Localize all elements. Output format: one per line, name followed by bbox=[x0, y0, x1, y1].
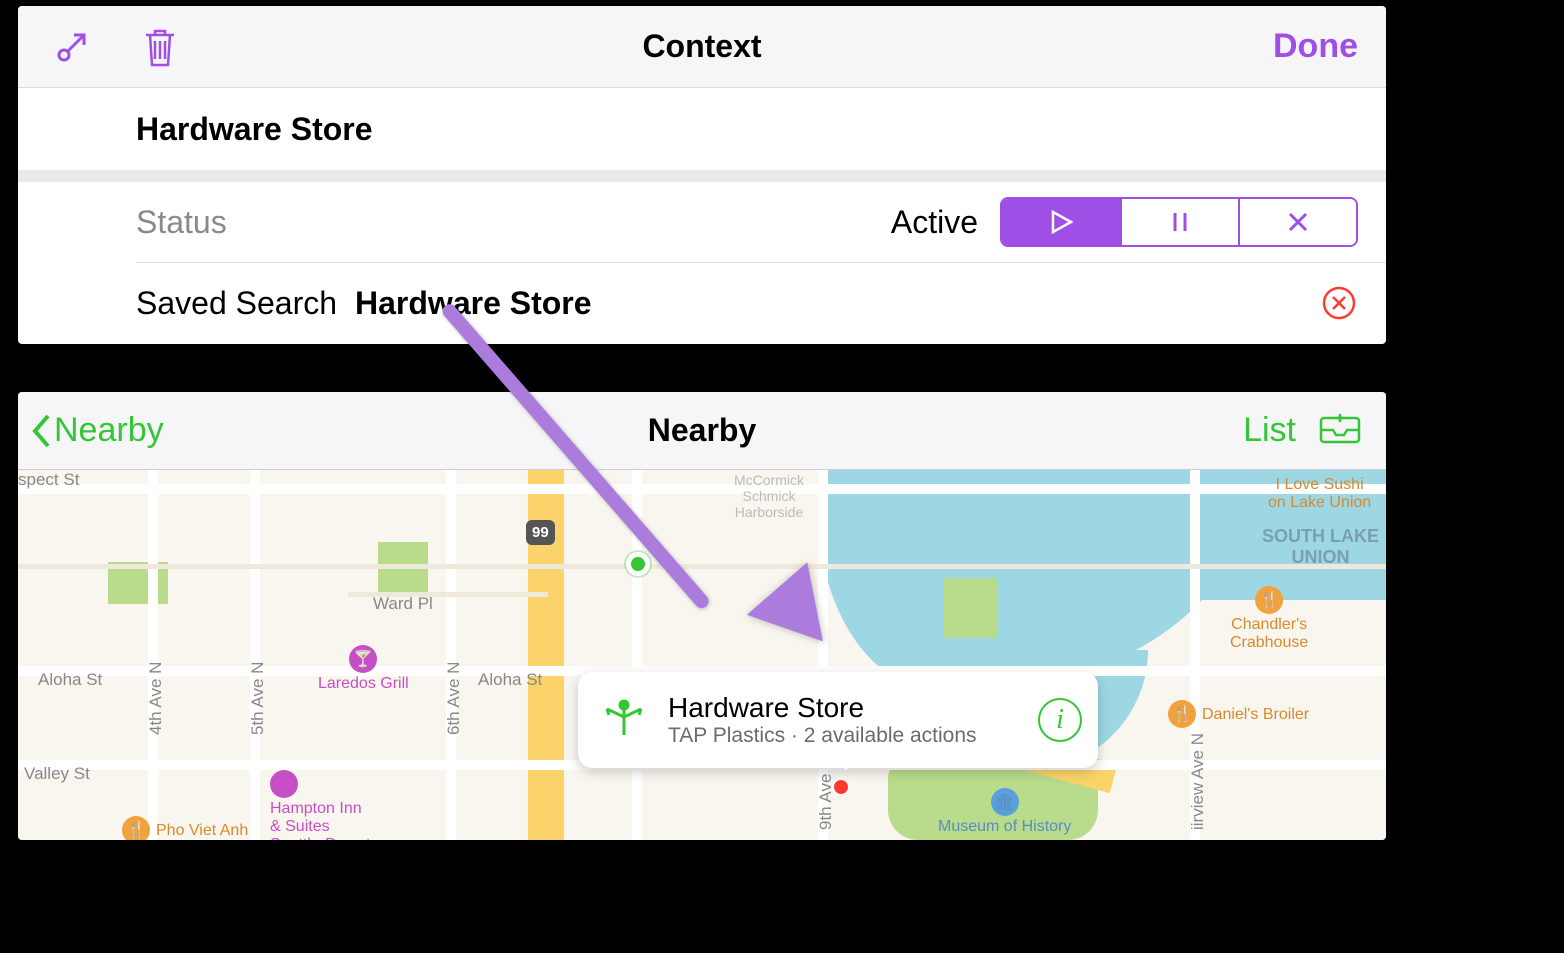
fork-icon: 🍴 bbox=[122, 816, 150, 840]
street-label: Aloha St bbox=[478, 670, 542, 690]
status-segmented-control bbox=[1000, 197, 1358, 247]
section-divider bbox=[18, 170, 1386, 182]
fork-icon: 🍴 bbox=[1168, 700, 1196, 728]
callout-subtitle: TAP Plastics · 2 available actions bbox=[668, 724, 1038, 748]
street-label: 5th Ave N bbox=[248, 662, 268, 735]
trash-icon[interactable] bbox=[136, 23, 184, 71]
status-value: Active bbox=[891, 204, 978, 241]
nearby-header: Nearby Nearby List bbox=[18, 392, 1386, 470]
back-button[interactable]: Nearby bbox=[30, 411, 164, 450]
poi-phoviet[interactable]: 🍴 Pho Viet Anh bbox=[122, 816, 248, 840]
status-row: Status Active bbox=[18, 182, 1386, 262]
fork-icon: 🍴 bbox=[1255, 586, 1283, 614]
context-name-field[interactable]: Hardware Store bbox=[18, 88, 1386, 170]
poi-mccormick[interactable]: McCormick Schmick Harborside bbox=[734, 472, 804, 520]
poi-hampton[interactable]: 🛏 Hampton Inn & Suites Seattle-Downtown bbox=[270, 770, 400, 840]
saved-search-label: Saved Search bbox=[136, 285, 337, 322]
saved-search-row[interactable]: Saved Search Hardware Store bbox=[18, 263, 1386, 343]
map-pin[interactable] bbox=[832, 778, 850, 796]
back-label: Nearby bbox=[54, 411, 164, 450]
map-road bbox=[446, 470, 456, 840]
callout-text: Hardware Store TAP Plastics · 2 availabl… bbox=[668, 692, 1038, 748]
map[interactable]: spect St Aloha St Aloha St Valley St War… bbox=[18, 470, 1386, 840]
page-title: Context bbox=[18, 28, 1386, 65]
clear-saved-search-button[interactable] bbox=[1320, 284, 1358, 322]
neighborhood-label: SOUTH LAKE UNION bbox=[1262, 526, 1379, 568]
callout-title: Hardware Store bbox=[668, 692, 1038, 724]
status-active-button[interactable] bbox=[1002, 199, 1120, 245]
map-road bbox=[18, 564, 1386, 569]
saved-search-value: Hardware Store bbox=[355, 285, 592, 322]
info-button[interactable]: i bbox=[1038, 698, 1082, 742]
map-callout[interactable]: Hardware Store TAP Plastics · 2 availabl… bbox=[578, 672, 1098, 768]
context-header: Context Done bbox=[18, 6, 1386, 88]
nearby-title: Nearby bbox=[18, 412, 1386, 449]
status-pause-button[interactable] bbox=[1120, 199, 1238, 245]
status-cancel-button[interactable] bbox=[1238, 199, 1356, 245]
street-label: iirview Ave N bbox=[1188, 733, 1208, 830]
map-road bbox=[148, 470, 158, 840]
status-label: Status bbox=[136, 204, 227, 241]
poi-sushi[interactable]: I Love Sushi on Lake Union bbox=[1268, 476, 1371, 512]
map-road bbox=[18, 484, 1386, 494]
list-button[interactable]: List bbox=[1243, 411, 1296, 450]
cocktail-icon: 🍸 bbox=[349, 645, 377, 673]
user-location-dot bbox=[626, 552, 650, 576]
poi-daniels[interactable]: 🍴 Daniel's Broiler bbox=[1168, 700, 1309, 730]
street-label: spect St bbox=[18, 470, 79, 490]
context-panel: Context Done Hardware Store Status Activ… bbox=[18, 6, 1386, 344]
done-button[interactable]: Done bbox=[1273, 27, 1358, 66]
street-label: Ward Pl bbox=[373, 594, 433, 614]
street-label: Aloha St bbox=[38, 670, 102, 690]
poi-mohai[interactable]: 🏛 Museum of History bbox=[938, 788, 1071, 836]
map-road bbox=[250, 470, 260, 840]
inbox-icon[interactable] bbox=[1318, 411, 1362, 450]
street-label: Valley St bbox=[24, 764, 90, 784]
highway-shield: 99 bbox=[526, 520, 555, 545]
museum-icon: 🏛 bbox=[991, 788, 1019, 816]
omnifocus-context-icon bbox=[596, 692, 652, 748]
poi-chandlers[interactable]: 🍴 Chandler's Crabhouse bbox=[1230, 586, 1308, 652]
bed-icon: 🛏 bbox=[270, 770, 298, 798]
map-park bbox=[943, 578, 998, 638]
poi-laredos[interactable]: 🍸 Laredos Grill bbox=[318, 645, 409, 693]
nearby-panel: Nearby Nearby List bbox=[18, 392, 1386, 840]
share-icon[interactable] bbox=[48, 23, 96, 71]
street-label: 4th Ave N bbox=[146, 662, 166, 735]
street-label: 6th Ave N bbox=[444, 662, 464, 735]
